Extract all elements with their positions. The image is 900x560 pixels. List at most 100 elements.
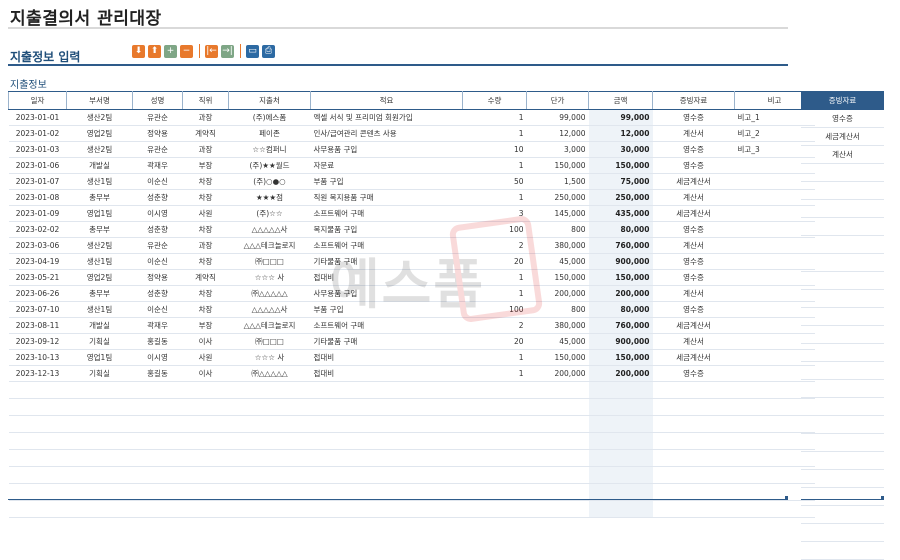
cell-empty[interactable] [228,432,311,450]
resize-handle[interactable] [785,496,788,499]
cell-empty[interactable] [182,398,229,416]
proof-list-empty[interactable] [801,235,884,254]
cell-qty[interactable]: 1 [462,189,527,206]
cell-date[interactable]: 2023-07-10 [8,301,67,318]
cell-empty[interactable] [132,415,183,433]
cell-qty[interactable]: 1 [462,125,527,142]
cell-desc[interactable]: 엑셀 서식 및 프리미엄 회원가입 [310,109,463,126]
cell-qty[interactable]: 50 [462,173,527,190]
cell-empty[interactable] [310,398,463,416]
cell-pos[interactable]: 이사 [182,365,229,382]
cell-empty[interactable] [588,398,653,416]
proof-list-empty[interactable] [801,343,884,362]
cell-empty[interactable] [310,381,463,399]
cell-amount[interactable]: 760,000 [588,237,653,254]
cell-amount[interactable]: 30,000 [588,141,653,158]
cell-desc[interactable]: 접대비 [310,365,463,382]
table-row[interactable]: 2023-10-13 영업1팀 이시영 사원 ☆☆☆ 사 접대비 1 150,000 150,0… [8,349,815,366]
cell-pos[interactable]: 이사 [182,333,229,350]
cell-qty[interactable]: 2 [462,317,527,334]
column-header[interactable]: 직위 [182,91,229,110]
cell-price[interactable]: 380,000 [526,237,589,254]
cell-name[interactable]: 곽재우 [132,157,183,174]
cell-vendor[interactable]: ㈜□□□ [228,253,311,270]
cell-empty[interactable] [66,398,133,416]
cell-pos[interactable]: 계약직 [182,125,229,142]
cell-desc[interactable]: 자문료 [310,157,463,174]
cell-empty[interactable] [310,449,463,467]
cell-desc[interactable]: 부품 구입 [310,173,463,190]
proof-list-empty[interactable] [801,325,884,344]
proof-list-empty[interactable] [801,199,884,218]
cell-dept[interactable]: 생산1팀 [66,301,133,318]
table-row[interactable]: 2023-02-02 총무부 성춘향 차장 △△△△△사 복지물품 구입 100 800 80,… [8,221,815,238]
cell-name[interactable]: 홍길동 [132,365,183,382]
cell-empty[interactable] [526,398,589,416]
cell-price[interactable]: 250,000 [526,189,589,206]
table-row[interactable]: 2023-06-26 총무부 성춘향 차장 ㈜△△△△△ 사무용품 구입 1 200,000 2… [8,285,815,302]
cell-price[interactable]: 99,000 [526,109,589,126]
cell-amount[interactable]: 75,000 [588,173,653,190]
empty-row[interactable] [8,466,815,484]
column-header[interactable]: 일자 [8,91,67,110]
cell-dept[interactable]: 영업1팀 [66,349,133,366]
table-row[interactable]: 2023-01-09 영업1팀 이시영 사원 (주)☆☆ 소프트웨어 구매 3 145,000… [8,205,815,222]
table-row[interactable]: 2023-09-12 기획실 홍길동 이사 ㈜□□□ 기타물품 구매 20 45,000 900… [8,333,815,350]
cell-proof[interactable]: 영수증 [652,221,735,238]
table-row[interactable]: 2023-08-11 개발실 곽재우 부장 △△△테크놀로지 소프트웨어 구매 2 380,0… [8,317,815,334]
cell-name[interactable]: 홍길동 [132,333,183,350]
cell-name[interactable]: 유관순 [132,237,183,254]
proof-list-empty[interactable] [801,361,884,380]
column-header[interactable]: 성명 [132,91,183,110]
cell-vendor[interactable]: △△△△△사 [228,301,311,318]
cell-empty[interactable] [132,500,183,518]
cell-amount[interactable]: 80,000 [588,221,653,238]
cell-dept[interactable]: 기획실 [66,333,133,350]
cell-dept[interactable]: 총무부 [66,221,133,238]
cell-amount[interactable]: 99,000 [588,109,653,126]
table-row[interactable]: 2023-01-07 생산1팀 이순신 차장 (주)○●○ 부품 구입 50 1,500 75,… [8,173,815,190]
cell-date[interactable]: 2023-08-11 [8,317,67,334]
cell-empty[interactable] [66,500,133,518]
cell-dept[interactable]: 개발실 [66,317,133,334]
cell-qty[interactable]: 20 [462,333,527,350]
cell-vendor[interactable]: ㈜△△△△△ [228,285,311,302]
cell-empty[interactable] [310,500,463,518]
print-icon[interactable]: ⎙ [262,44,275,58]
cell-price[interactable]: 1,500 [526,173,589,190]
cell-empty[interactable] [462,381,527,399]
delete-row-icon[interactable]: − [180,44,193,58]
cell-vendor[interactable]: ㈜△△△△△ [228,365,311,382]
cell-proof[interactable]: 영수증 [652,269,735,286]
cell-date[interactable]: 2023-01-09 [8,205,67,222]
empty-row[interactable] [8,381,815,399]
cell-price[interactable]: 150,000 [526,157,589,174]
table-row[interactable]: 2023-01-06 개발실 곽재우 부장 (주)★★월드 자문료 1 150,000 150,… [8,157,815,174]
cell-qty[interactable]: 1 [462,269,527,286]
proof-list-empty[interactable] [801,505,884,524]
cell-date[interactable]: 2023-01-01 [8,109,67,126]
cell-vendor[interactable]: ㈜□□□ [228,333,311,350]
cell-empty[interactable] [8,381,67,399]
cell-empty[interactable] [132,381,183,399]
cell-price[interactable]: 200,000 [526,365,589,382]
cell-pos[interactable]: 차장 [182,253,229,270]
cell-amount[interactable]: 200,000 [588,285,653,302]
cell-vendor[interactable]: ★★★점 [228,189,311,206]
cell-date[interactable]: 2023-12-13 [8,365,67,382]
cell-name[interactable]: 유관순 [132,109,183,126]
cell-pos[interactable]: 차장 [182,221,229,238]
cell-qty[interactable]: 10 [462,141,527,158]
cell-name[interactable]: 이순신 [132,253,183,270]
cell-dept[interactable]: 생산1팀 [66,253,133,270]
cell-empty[interactable] [132,483,183,501]
cell-desc[interactable]: 소프트웨어 구매 [310,237,463,254]
cell-empty[interactable] [462,415,527,433]
cell-proof[interactable]: 계산서 [652,189,735,206]
cell-empty[interactable] [228,500,311,518]
cell-empty[interactable] [66,449,133,467]
cell-price[interactable]: 45,000 [526,333,589,350]
cell-empty[interactable] [652,432,735,450]
cell-proof[interactable]: 세금계산서 [652,349,735,366]
proof-list-empty[interactable] [801,289,884,308]
